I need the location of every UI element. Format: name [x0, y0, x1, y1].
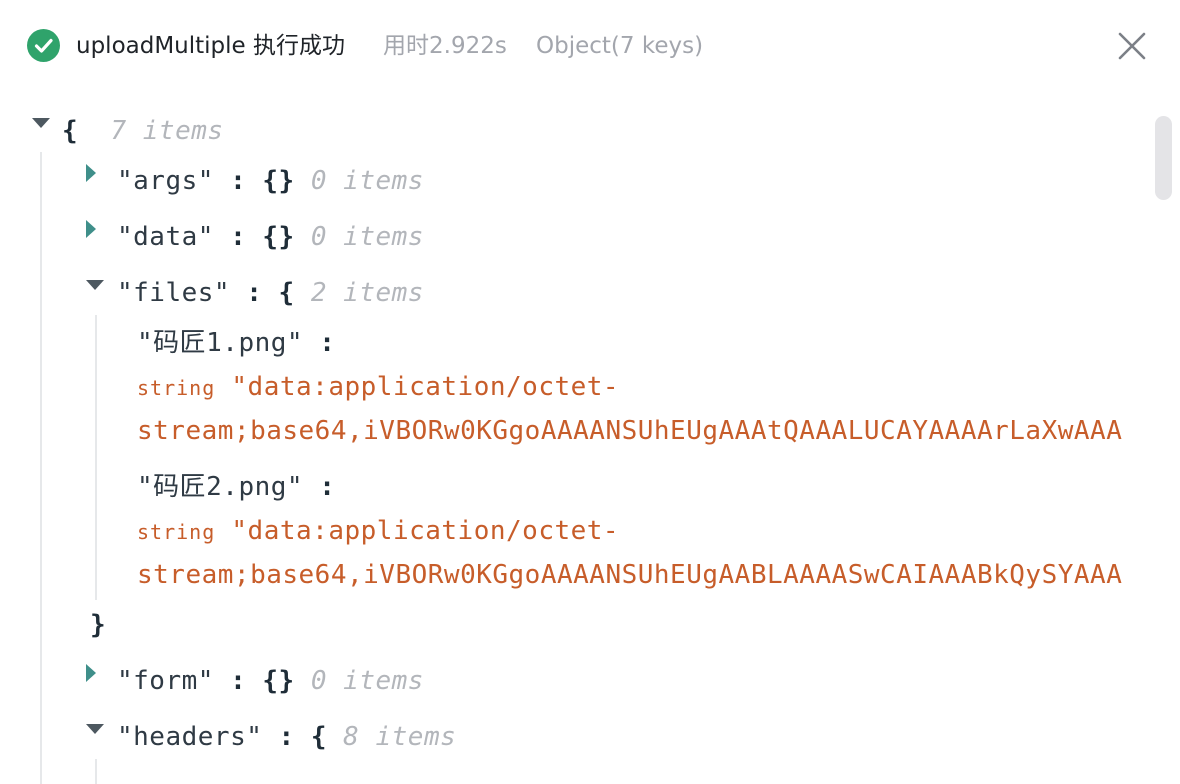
node-data[interactable]: "data" : {} 0 items [117, 217, 424, 257]
file-2-value-line-2-clip: stream;base64,iVBORw0KGgoAAAANSUhEUgAABL… [137, 555, 1148, 595]
duration-label: 用时2.922s [383, 33, 507, 59]
root-guide-line [40, 152, 42, 784]
node-files[interactable]: "files" : { 2 items [117, 273, 424, 313]
check-circle-icon [27, 29, 60, 62]
file-1-key: "码匠1.png" : [137, 328, 336, 358]
expand-form-icon[interactable] [86, 664, 96, 682]
file-1-value-line-2-clip: stream;base64,iVBORw0KGgoAAAANSUhEUgAAAt… [137, 411, 1148, 451]
file-2-key: "码匠2.png" : [137, 472, 336, 502]
object-summary: Object(7 keys) [536, 33, 704, 59]
node-form[interactable]: "form" : {} 0 items [117, 661, 424, 701]
files-close-brace: } [90, 610, 107, 640]
scrollbar-thumb[interactable] [1155, 116, 1172, 200]
node-headers[interactable]: "headers" : { 8 items [117, 717, 456, 757]
node-args[interactable]: "args" : {} 0 items [117, 161, 424, 201]
close-icon [1118, 32, 1146, 60]
result-header: uploadMultiple 执行成功 用时2.922s Object(7 ke… [0, 0, 1180, 90]
file-2-value-line-2: stream;base64,iVBORw0KGgoAAAANSUhEUgAABL… [137, 560, 1123, 590]
collapse-headers-icon[interactable] [86, 724, 104, 734]
headers-guide-line [95, 759, 97, 784]
close-button[interactable] [1112, 26, 1152, 66]
files-guide-line [95, 315, 97, 600]
expand-data-icon[interactable] [86, 220, 96, 238]
collapse-files-icon[interactable] [86, 280, 104, 290]
file-1-value-line-1: string "data:application/octet- [137, 372, 620, 402]
file-2-value-line-1: string "data:application/octet- [137, 516, 620, 546]
root-node: { 7 items [62, 116, 224, 146]
result-title: uploadMultiple 执行成功 [76, 33, 346, 59]
collapse-root-icon[interactable] [32, 118, 50, 128]
file-1-value-line-2: stream;base64,iVBORw0KGgoAAAANSUhEUgAAAt… [137, 416, 1123, 446]
expand-args-icon[interactable] [86, 164, 96, 182]
